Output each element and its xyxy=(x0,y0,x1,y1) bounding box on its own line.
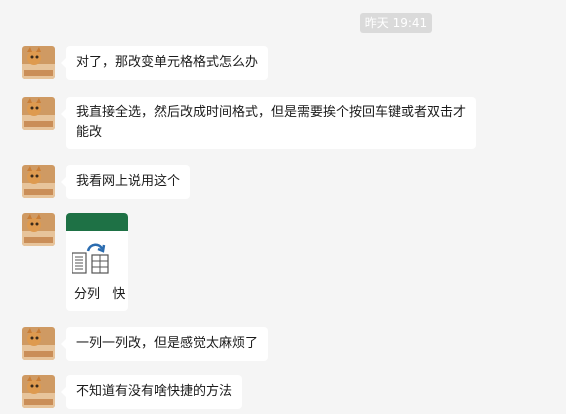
card-header xyxy=(66,213,128,231)
message-text: 一列一列改，但是感觉太麻烦了 xyxy=(76,336,259,351)
message-bubble[interactable]: 一列一列改，但是感觉太麻烦了 xyxy=(60,327,269,361)
message-text: 不知道有没有啥快捷的方法 xyxy=(76,384,233,399)
cat-avatar[interactable] xyxy=(22,213,55,246)
timestamp-badge: 昨天 19:41 xyxy=(360,13,432,33)
message-bubble[interactable]: 对了，那改变单元格格式怎么办 xyxy=(60,46,269,80)
cat-avatar[interactable] xyxy=(22,46,55,79)
message-text: 我直接全选，然后改成时间格式，但是需要挨个按回车键或者双击才能改 xyxy=(76,105,467,140)
message-bubble[interactable]: 不知道有没有啥快捷的方法 xyxy=(60,375,243,409)
message-text: 我看网上说用这个 xyxy=(76,174,181,189)
cat-avatar[interactable] xyxy=(22,375,55,408)
image-card[interactable]: 分列 快 xyxy=(66,213,128,311)
cat-avatar[interactable] xyxy=(22,165,55,198)
message-bubble[interactable]: 我直接全选，然后改成时间格式，但是需要挨个按回车键或者双击才能改 xyxy=(61,97,476,149)
cat-avatar[interactable] xyxy=(22,97,55,130)
message-bubble[interactable]: 我看网上说用这个 xyxy=(60,165,191,199)
message-text: 对了，那改变单元格格式怎么办 xyxy=(76,55,259,70)
cat-avatar[interactable] xyxy=(22,327,55,360)
text-to-columns-icon xyxy=(71,241,110,279)
card-label: 分列 快 xyxy=(74,287,126,302)
